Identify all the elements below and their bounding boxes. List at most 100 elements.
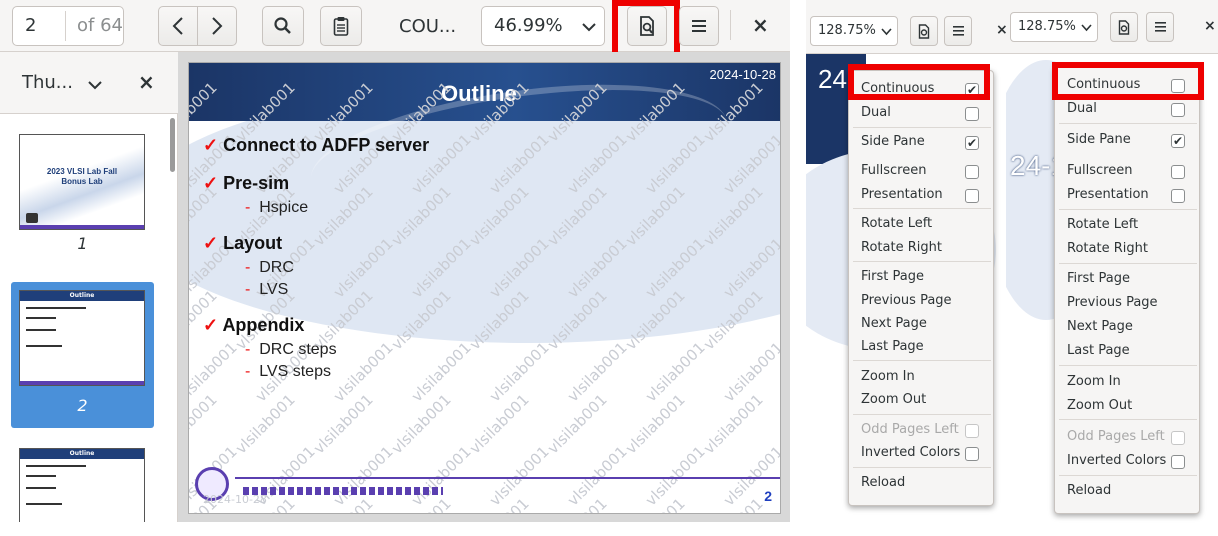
menu-item-rotate-right[interactable]: Rotate Right [861, 240, 942, 255]
previous-page-button[interactable] [158, 6, 198, 46]
footer-logo-text [243, 487, 443, 495]
menu-item-fullscreen[interactable]: Fullscreen [861, 163, 926, 178]
thumbnail-number: 1 [77, 234, 88, 253]
chevron-down-icon[interactable] [88, 80, 102, 90]
menu-separator [853, 127, 991, 128]
chevron-down-icon[interactable] [582, 22, 596, 32]
document-view[interactable]: 2024-10-28 Outline vlsilab001 vlsilab001 v… [178, 52, 790, 522]
dual-checkbox[interactable] [1171, 103, 1185, 117]
menu-separator [1059, 475, 1197, 476]
menu-item-rotate-left[interactable]: Rotate Left [1067, 217, 1138, 232]
menu-separator [1059, 123, 1197, 124]
side-pane-checkbox[interactable]: ✔ [965, 136, 979, 150]
annotations-button[interactable] [320, 6, 362, 46]
menu-item-zoom-out[interactable]: Zoom Out [1067, 398, 1132, 413]
hamburger-icon [1154, 22, 1166, 32]
menu-item-dual[interactable]: Dual [861, 105, 891, 120]
bullet-connect: ✓ Connect to ADFP server [203, 135, 430, 155]
menu-item-side-pane[interactable]: Side Pane [861, 134, 925, 149]
menu-item-rotate-left[interactable]: Rotate Left [861, 216, 932, 231]
thumbnail-page-1[interactable]: 2023 VLSI Lab Fall Bonus Lab 1 [11, 122, 154, 272]
dual-checkbox[interactable] [965, 107, 979, 121]
menu-item-last-page[interactable]: Last Page [861, 339, 924, 354]
fullscreen-checkbox[interactable] [1171, 165, 1185, 179]
zoom-value[interactable]: 128.75% [1018, 19, 1076, 34]
menu-item-inverted-colors[interactable]: Inverted Colors [861, 445, 960, 460]
menu-item-zoom-in[interactable]: Zoom In [861, 369, 915, 384]
next-page-button[interactable] [197, 6, 237, 46]
menu-item-zoom-in[interactable]: Zoom In [1067, 374, 1121, 389]
odd-pages-left-checkbox [965, 424, 979, 438]
menu-item-dual[interactable]: Dual [1067, 101, 1097, 116]
page-number-value[interactable]: 2 [25, 15, 36, 36]
page-number-entry[interactable]: 2 of 64 [12, 6, 124, 46]
chevron-down-icon[interactable] [1081, 24, 1092, 32]
zoom-value[interactable]: 46.99% [494, 15, 563, 36]
menu-separator [853, 261, 991, 262]
main-menu-button[interactable] [1146, 12, 1174, 42]
menu-separator [1059, 263, 1197, 264]
chevron-right-icon [212, 17, 223, 35]
presentation-checkbox[interactable] [965, 189, 979, 203]
main-menu-button[interactable] [944, 16, 972, 46]
zoom-combo[interactable]: 128.75% [810, 16, 898, 46]
document-settings-icon [640, 16, 654, 36]
menu-item-odd-pages-left: Odd Pages Left [1067, 429, 1165, 444]
zoom-value[interactable]: 128.75% [818, 23, 876, 38]
page-total-label: of 64 [77, 15, 123, 36]
search-button[interactable] [262, 6, 304, 46]
menu-item-next-page[interactable]: Next Page [861, 316, 927, 331]
document-settings-icon [1118, 19, 1130, 35]
inverted-colors-checkbox[interactable] [965, 447, 979, 461]
thumbnail-image: Outline [19, 448, 145, 522]
slide-date: 2024-10-28 [709, 67, 777, 82]
menu-item-continuous[interactable]: Continuous [861, 81, 934, 96]
continuous-checkbox[interactable] [1171, 79, 1185, 93]
presentation-checkbox[interactable] [1171, 189, 1185, 203]
thumbnail-title: 2023 VLSI Lab Fall [46, 167, 118, 176]
menu-item-zoom-out[interactable]: Zoom Out [861, 392, 926, 407]
sidebar-mode-label[interactable]: Thu... [22, 72, 73, 93]
menu-item-presentation[interactable]: Presentation [861, 187, 943, 202]
menu-item-side-pane[interactable]: Side Pane [1067, 132, 1131, 147]
menu-item-fullscreen[interactable]: Fullscreen [1067, 163, 1132, 178]
menu-item-first-page[interactable]: First Page [1067, 271, 1130, 286]
menu-separator [1059, 419, 1197, 420]
menu-item-previous-page[interactable]: Previous Page [1067, 295, 1158, 310]
menu-item-rotate-right[interactable]: Rotate Right [1067, 241, 1148, 256]
header-toolbar: 2 of 64 COU... 46.99% × [0, 0, 790, 62]
sub-lvs: - LVS [245, 281, 289, 298]
menu-screenshot-2: 24-1 128.75% × Continuous Dual Side Pane ✔ F… [1006, 0, 1218, 536]
sidebar-pane: Thu... × 2023 VLSI Lab Fall Bonus Lab 1 [0, 52, 178, 522]
menu-item-first-page[interactable]: First Page [861, 269, 924, 284]
view-options-button[interactable] [627, 6, 667, 46]
chevron-down-icon[interactable] [881, 28, 892, 36]
zoom-combo[interactable]: 46.99% [481, 6, 605, 46]
menu-item-reload[interactable]: Reload [1067, 483, 1111, 498]
menu-item-continuous[interactable]: Continuous [1067, 77, 1140, 92]
side-pane-checkbox[interactable]: ✔ [1171, 134, 1185, 148]
fullscreen-checkbox[interactable] [965, 165, 979, 179]
menu-item-inverted-colors[interactable]: Inverted Colors [1067, 453, 1166, 468]
view-options-button[interactable] [1110, 12, 1138, 42]
thumbnail-page-3[interactable]: Outline [11, 442, 154, 522]
view-options-button[interactable] [910, 16, 938, 46]
menu-toolbar: 128.75% × [806, 0, 1006, 54]
zoom-combo[interactable]: 128.75% [1010, 12, 1098, 42]
menu-separator [853, 414, 991, 415]
menu-item-reload[interactable]: Reload [861, 475, 905, 490]
sidebar-scrollbar[interactable] [170, 118, 175, 172]
sub-lvs-steps: - LVS steps [245, 363, 331, 380]
menu-item-next-page[interactable]: Next Page [1067, 319, 1133, 334]
menu-item-presentation[interactable]: Presentation [1067, 187, 1149, 202]
bullet-layout: ✓ Layout [203, 233, 283, 253]
inverted-colors-checkbox[interactable] [1171, 455, 1185, 469]
sidebar-close-button[interactable]: × [138, 70, 155, 94]
menu-item-previous-page[interactable]: Previous Page [861, 293, 952, 308]
menu-item-last-page[interactable]: Last Page [1067, 343, 1130, 358]
sidebar-header: Thu... × [0, 52, 178, 114]
thumbnail-page-2-selected[interactable]: Outline 2 [11, 282, 154, 428]
close-window-button[interactable]: × [752, 13, 769, 37]
continuous-checkbox[interactable]: ✔ [965, 83, 979, 97]
main-menu-button[interactable] [679, 6, 719, 46]
